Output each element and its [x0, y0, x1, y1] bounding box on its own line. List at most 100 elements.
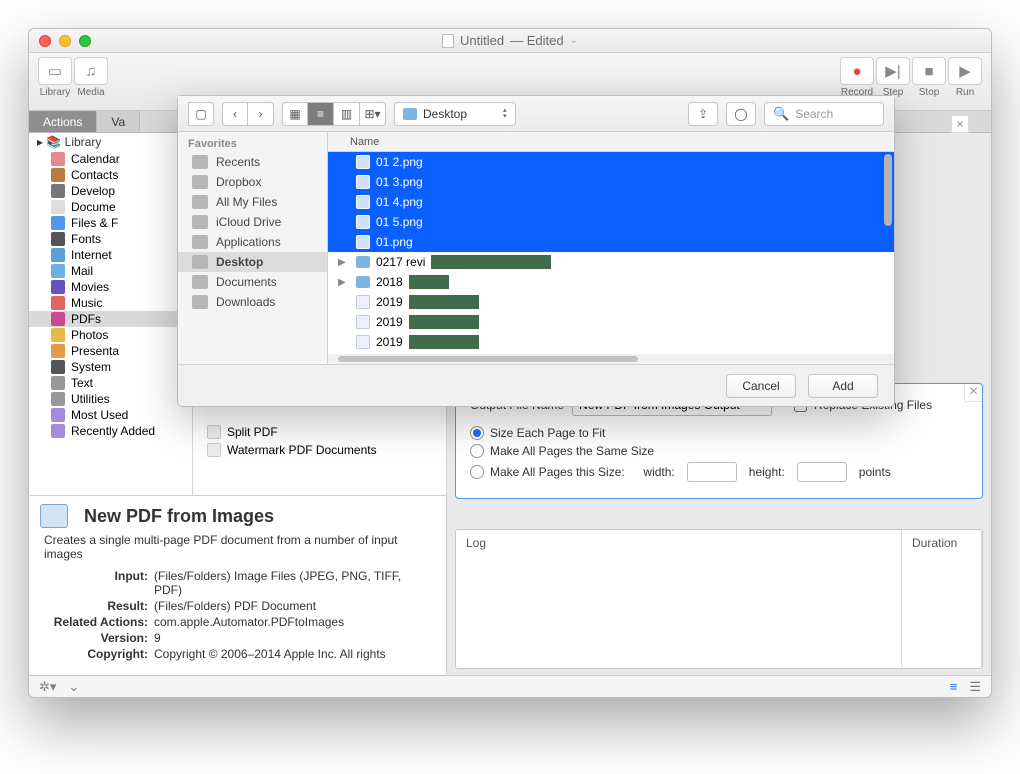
redacted-text: [409, 275, 449, 289]
file-row[interactable]: 2019: [328, 292, 894, 312]
view-mode-segment: ▦ ≡ ▥ ⊞▾: [282, 102, 386, 126]
tab-variables[interactable]: Va: [97, 111, 140, 132]
library-item[interactable]: PDFs: [29, 311, 192, 327]
sidebar-item[interactable]: Downloads: [178, 292, 327, 312]
info-key: Result:: [44, 599, 148, 613]
action-item[interactable]: Split PDF: [193, 423, 446, 441]
icon-view[interactable]: ▦: [282, 102, 308, 126]
action-item[interactable]: Watermark PDF Documents: [193, 441, 446, 459]
library-root[interactable]: ▸ 📚 Library: [29, 133, 192, 151]
sidebar-item[interactable]: Documents: [178, 272, 327, 292]
horizontal-scrollbar[interactable]: [338, 356, 638, 362]
file-row[interactable]: 2019: [328, 312, 894, 332]
folder-row[interactable]: ▶0217 revi: [328, 252, 894, 272]
window-close-button[interactable]: [39, 35, 51, 47]
file-row[interactable]: 01 5.png: [328, 212, 894, 232]
category-icon: [51, 360, 65, 374]
library-item[interactable]: Utilities: [29, 391, 192, 407]
search-input[interactable]: 🔍Search: [764, 102, 884, 126]
tab-actions[interactable]: Actions: [29, 111, 97, 132]
library-toolbar-button[interactable]: ▭Library: [37, 57, 73, 98]
results-view-icon[interactable]: ☰: [969, 679, 981, 695]
file-row[interactable]: 01.png: [328, 232, 894, 252]
library-item[interactable]: Presenta: [29, 343, 192, 359]
sidebar-item[interactable]: Dropbox: [178, 172, 327, 192]
library-item[interactable]: Docume: [29, 199, 192, 215]
window-zoom-button[interactable]: [79, 35, 91, 47]
disclosure-triangle-icon[interactable]: ▶: [338, 277, 346, 288]
folder-icon: [192, 295, 208, 309]
folder-icon: [192, 275, 208, 289]
card-close-button[interactable]: ×: [964, 384, 982, 402]
file-row[interactable]: 01 3.png: [328, 172, 894, 192]
info-key: Version:: [44, 631, 148, 645]
nav-back-forward[interactable]: ‹›: [222, 102, 274, 126]
column-view[interactable]: ▥: [334, 102, 360, 126]
library-item[interactable]: Contacts: [29, 167, 192, 183]
library-item[interactable]: Music: [29, 295, 192, 311]
location-popup[interactable]: Desktop ▴▾: [394, 102, 516, 126]
tags-button[interactable]: ◯: [726, 102, 756, 126]
sidebar-item[interactable]: Applications: [178, 232, 327, 252]
radio-custom-size[interactable]: Make All Pages this Size: width: height:…: [470, 462, 968, 482]
pane-close-button[interactable]: ×: [951, 115, 969, 133]
run-button[interactable]: ▶Run: [947, 57, 983, 98]
library-item[interactable]: Recently Added: [29, 423, 192, 439]
statusbar: ✲▾ ⌄ ≡ ☰: [29, 675, 991, 697]
add-button[interactable]: Add: [808, 374, 878, 398]
sidebar-item[interactable]: Desktop: [178, 252, 327, 272]
file-row[interactable]: 2019: [328, 332, 894, 352]
column-header-name[interactable]: Name: [328, 132, 894, 152]
category-icon: [51, 328, 65, 342]
image-file-icon: [356, 235, 370, 249]
library-item[interactable]: Mail: [29, 263, 192, 279]
action-large-icon: [40, 504, 68, 528]
gear-icon[interactable]: ✲▾: [39, 679, 56, 695]
radio-size-to-fit[interactable]: Size Each Page to Fit: [470, 426, 968, 440]
radio-same-size[interactable]: Make All Pages the Same Size: [470, 444, 968, 458]
expand-icon[interactable]: ⌄: [68, 679, 79, 695]
library-item[interactable]: System: [29, 359, 192, 375]
sidebar-item[interactable]: All My Files: [178, 192, 327, 212]
library-item[interactable]: Develop: [29, 183, 192, 199]
library-item[interactable]: Fonts: [29, 231, 192, 247]
category-icon: [51, 216, 65, 230]
info-value: (Files/Folders) PDF Document: [154, 599, 316, 613]
library-item[interactable]: Most Used: [29, 407, 192, 423]
log-view-icon[interactable]: ≡: [950, 679, 958, 694]
share-button[interactable]: ⇪: [688, 102, 718, 126]
folder-row[interactable]: ▶2018: [328, 272, 894, 292]
file-row[interactable]: 01 4.png: [328, 192, 894, 212]
info-value: Copyright © 2006–2014 Apple Inc. All rig…: [154, 647, 386, 661]
library-item[interactable]: Movies: [29, 279, 192, 295]
file-list: Name 01 2.png01 3.png01 4.png01 5.png01.…: [328, 132, 894, 364]
list-view[interactable]: ≡: [308, 102, 334, 126]
width-input[interactable]: [687, 462, 737, 482]
sidebar-toggle[interactable]: ▢: [188, 102, 214, 126]
disclosure-triangle-icon[interactable]: ▶: [338, 257, 346, 268]
document-icon: [442, 34, 454, 48]
library-item[interactable]: Photos: [29, 327, 192, 343]
step-button[interactable]: ▶|Step: [875, 57, 911, 98]
gallery-view[interactable]: ⊞▾: [360, 102, 386, 126]
window-title: Untitled: [460, 33, 504, 48]
cancel-button[interactable]: Cancel: [726, 374, 796, 398]
height-input[interactable]: [797, 462, 847, 482]
category-icon: [51, 184, 65, 198]
library-item[interactable]: Calendar: [29, 151, 192, 167]
window-minimize-button[interactable]: [59, 35, 71, 47]
log-pane: Log Duration: [455, 529, 983, 669]
stop-button[interactable]: ■Stop: [911, 57, 947, 98]
library-item[interactable]: Files & F: [29, 215, 192, 231]
vertical-scrollbar[interactable]: [884, 154, 892, 226]
category-icon: [51, 280, 65, 294]
library-item[interactable]: Internet: [29, 247, 192, 263]
category-icon: [51, 408, 65, 422]
log-column-header: Log: [456, 530, 902, 668]
library-item[interactable]: Text: [29, 375, 192, 391]
record-button[interactable]: ●Record: [839, 57, 875, 98]
sidebar-item[interactable]: Recents: [178, 152, 327, 172]
media-toolbar-button[interactable]: ♫Media: [73, 57, 109, 98]
file-row[interactable]: 01 2.png: [328, 152, 894, 172]
sidebar-item[interactable]: iCloud Drive: [178, 212, 327, 232]
